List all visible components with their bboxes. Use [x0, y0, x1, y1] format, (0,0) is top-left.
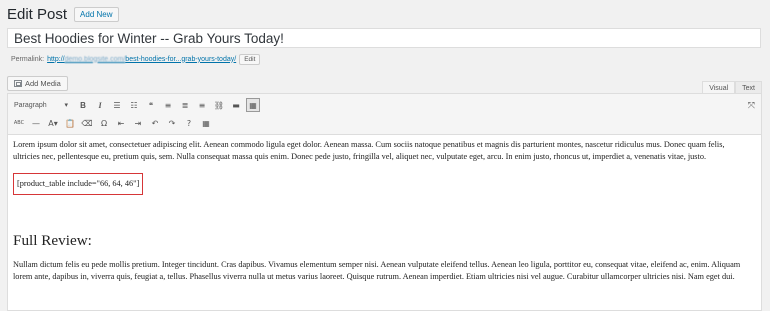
numbered-list-button[interactable]: ☷ [127, 98, 141, 112]
paste-as-text-button[interactable]: 📋 [63, 116, 77, 130]
post-title-input[interactable] [7, 28, 761, 48]
permalink-slug: best-hoodies-for...grab-yours-today/ [125, 55, 237, 63]
chevron-down-icon: ▾ [64, 102, 68, 109]
distraction-free-icon[interactable]: ⤧ [748, 100, 755, 111]
page-header: Edit Post Add New [7, 3, 119, 25]
full-review-heading: Full Review: [13, 231, 92, 249]
product-table-shortcode: [product_table include="66, 64, 46"] [13, 172, 144, 195]
add-media-button[interactable]: Add Media [7, 76, 68, 91]
page-title: Edit Post [7, 5, 68, 23]
text-color-button[interactable]: A▾ [46, 116, 60, 130]
horizontal-line-button[interactable]: — [29, 116, 43, 130]
redo-button[interactable]: ↷ [165, 116, 179, 130]
bold-button[interactable]: B [76, 98, 90, 112]
align-left-button[interactable]: ≡ [161, 98, 175, 112]
permalink-domain-blurred: demo.blogsite.com/ [64, 55, 126, 63]
permalink-row: Permalink: http://demo.blogsite.com/best… [11, 52, 261, 66]
editor: Paragraph ▾ B I ☰ ☷ ❝ ≡ ≣ ≡ ⛓ ▬ ▦ ABC — A▾ 📋 ⌫ Ω ⇤ ⇥ ↶ ↷? ▦ … [7, 93, 762, 311]
clear-formatting-button[interactable]: ⌫ [80, 116, 94, 130]
special-character-button[interactable]: Ω [97, 116, 111, 130]
bulleted-list-button[interactable]: ☰ [110, 98, 124, 112]
content-paragraph-1: Lorem ipsum dolor sit amet, consectetuer… [13, 140, 725, 162]
align-right-button[interactable]: ≡ [195, 98, 209, 112]
indent-button[interactable]: ⇥ [131, 116, 145, 130]
strikethrough-button[interactable]: ABC [12, 116, 26, 130]
add-new-button[interactable]: Add New [74, 6, 119, 22]
format-select[interactable]: Paragraph ▾ [12, 99, 70, 112]
undo-button[interactable]: ↶ [148, 116, 162, 130]
insert-link-button[interactable]: ⛓ [212, 98, 226, 112]
help-button[interactable]: ? [182, 116, 196, 130]
permalink-edit-button[interactable]: Edit [239, 53, 261, 65]
permalink-protocol: http:// [47, 55, 65, 63]
add-media-label: Add Media [25, 79, 61, 88]
permalink-label: Permalink: [11, 55, 45, 63]
editor-toolbar: Paragraph ▾ B I ☰ ☷ ❝ ≡ ≣ ≡ ⛓ ▬ ▦ ABC — A▾ 📋 ⌫ Ω ⇤ ⇥ ↶ ↷? ▦ … [8, 94, 761, 135]
format-select-value: Paragraph [14, 101, 47, 109]
toolbar-row-2: ABC — A▾ 📋 ⌫ Ω ⇤ ⇥ ↶ ↷? ▦ [12, 115, 216, 131]
italic-button[interactable]: I [93, 98, 107, 112]
toolbar-row-1: Paragraph ▾ B I ☰ ☷ ❝ ≡ ≣ ≡ ⛓ ▬ ▦ [12, 97, 263, 113]
outdent-button[interactable]: ⇤ [114, 116, 128, 130]
toolbar-toggle-button[interactable]: ▦ [246, 98, 260, 112]
align-center-button[interactable]: ≣ [178, 98, 192, 112]
permalink-link[interactable]: http://demo.blogsite.com/best-hoodies-fo… [47, 56, 236, 63]
media-icon [14, 80, 22, 87]
blockquote-button[interactable]: ❝ [144, 98, 158, 112]
table-button[interactable]: ▦ [199, 116, 213, 130]
editor-content[interactable]: Lorem ipsum dolor sit amet, consectetuer… [13, 139, 749, 283]
content-paragraph-2: Nullam dictum felis eu pede mollis preti… [13, 259, 741, 281]
read-more-button[interactable]: ▬ [229, 98, 243, 112]
